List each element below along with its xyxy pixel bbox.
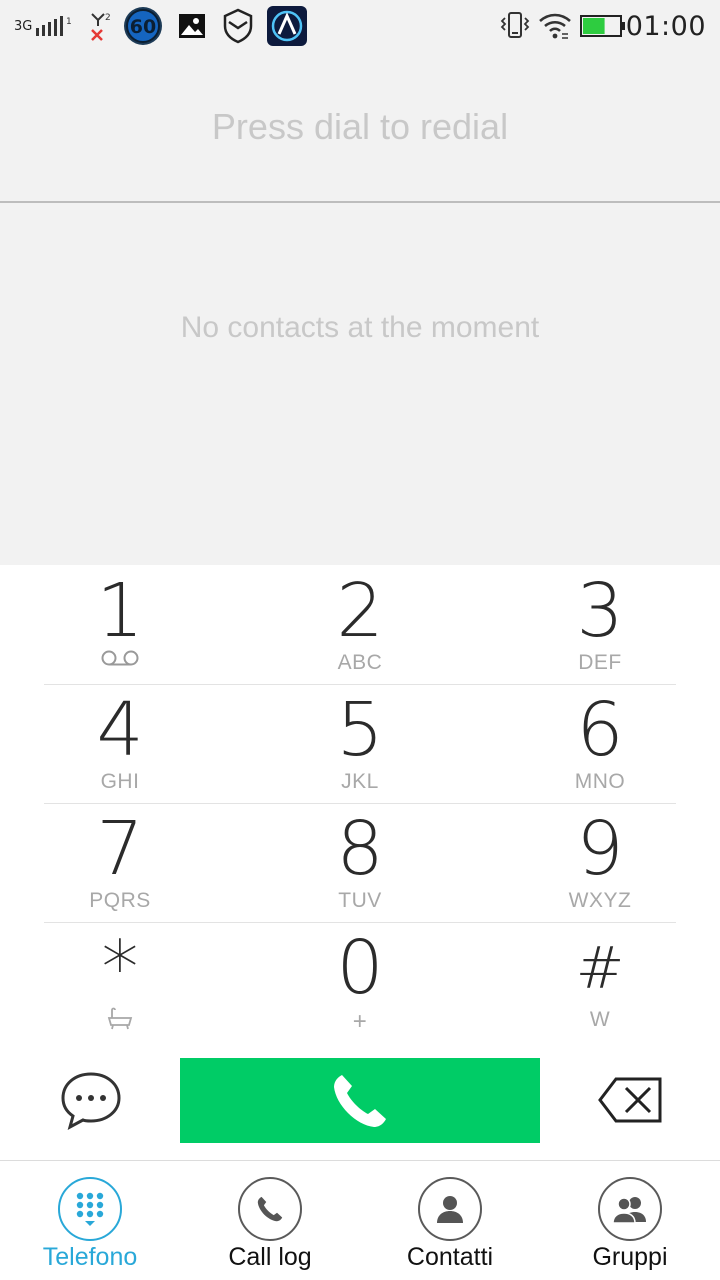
signal-icon: 1 — [36, 16, 72, 36]
key-letters: WXYZ — [568, 889, 632, 912]
dialpad-icon — [58, 1177, 122, 1241]
dial-action-row — [0, 1055, 720, 1160]
key-6[interactable]: 6 MNO — [480, 684, 720, 803]
tab-telefono[interactable]: Telefono — [0, 1161, 180, 1280]
key-letters: JKL — [341, 770, 379, 793]
tab-label: Contatti — [406, 1243, 494, 1271]
contacts-suggestions-area: No contacts at the moment — [0, 203, 720, 565]
backspace-icon — [598, 1077, 662, 1123]
call-button[interactable] — [180, 1058, 540, 1143]
tab-label: Telefono — [42, 1243, 138, 1271]
key-1[interactable]: 1 — [0, 565, 240, 684]
badge-60-icon: 60 — [122, 0, 164, 52]
message-button[interactable] — [58, 1069, 124, 1131]
app-a-icon — [266, 0, 308, 52]
tab-call-log[interactable]: Call log — [180, 1161, 360, 1280]
svg-text:2: 2 — [105, 13, 111, 23]
network-type-label: 3G — [14, 18, 33, 34]
key-letters: MNO — [574, 770, 626, 793]
no-signal-sim2-icon: 2 — [88, 0, 114, 52]
key-letters: GHI — [100, 770, 140, 793]
redial-hint: Press dial to redial — [211, 106, 509, 147]
dialpad: 1 2 ABC 3 DEF 4 GHI 5 JKL 6 MNO 7 PQRS 8 — [0, 565, 720, 1055]
key-digit: 3 — [576, 568, 624, 654]
key-0[interactable]: 0 + — [240, 922, 480, 1041]
phone-icon — [334, 1074, 386, 1127]
key-digit: 7 — [96, 806, 144, 892]
key-star[interactable]: * — [0, 922, 240, 1041]
empty-contacts-message: No contacts at the moment — [180, 311, 540, 344]
chat-bubble-icon — [61, 1072, 121, 1130]
key-7[interactable]: 7 PQRS — [0, 803, 240, 922]
phone-icon — [238, 1177, 302, 1241]
tab-label: Gruppi — [592, 1243, 668, 1271]
key-digit: 9 — [576, 806, 624, 892]
key-digit: # — [575, 934, 625, 1002]
key-letters: ABC — [337, 651, 383, 674]
key-5[interactable]: 5 JKL — [240, 684, 480, 803]
key-letters: W — [589, 1008, 611, 1031]
key-4[interactable]: 4 GHI — [0, 684, 240, 803]
key-digit: 4 — [96, 687, 144, 773]
key-9[interactable]: 9 WXYZ — [480, 803, 720, 922]
status-bar: 3G 1 2 60 01:00 — [0, 0, 720, 52]
bathtub-icon — [0, 1006, 240, 1030]
bottom-tab-bar: Telefono Call log Contatti Gruppi — [0, 1160, 720, 1280]
battery-icon — [580, 0, 626, 52]
key-hash[interactable]: # W — [480, 922, 720, 1041]
tab-gruppi[interactable]: Gruppi — [540, 1161, 720, 1280]
key-2[interactable]: 2 ABC — [240, 565, 480, 684]
wifi-icon — [538, 0, 572, 52]
voicemail-icon — [0, 647, 240, 669]
vibrate-icon — [500, 0, 530, 52]
gallery-icon — [178, 0, 206, 52]
key-3[interactable]: 3 DEF — [480, 565, 720, 684]
badge-60-text: 60 — [130, 16, 156, 38]
key-letters: PQRS — [89, 889, 151, 912]
key-digit: * — [101, 925, 139, 1011]
key-letters: + — [352, 1008, 368, 1035]
key-digit: 0 — [336, 925, 384, 1011]
key-letters: TUV — [338, 889, 382, 912]
key-digit: 8 — [336, 806, 384, 892]
group-icon — [598, 1177, 662, 1241]
person-icon — [418, 1177, 482, 1241]
key-digit: 6 — [576, 687, 624, 773]
tab-label: Call log — [228, 1243, 312, 1271]
svg-text:1: 1 — [66, 17, 72, 27]
redial-hint-area[interactable]: Press dial to redial — [0, 52, 720, 202]
shield-icon — [222, 0, 254, 52]
key-8[interactable]: 8 TUV — [240, 803, 480, 922]
clock: 01:00 — [625, 10, 706, 42]
backspace-button[interactable] — [596, 1075, 666, 1125]
network-type: 3G 1 — [14, 0, 74, 52]
key-digit: 1 — [96, 568, 144, 654]
key-digit: 2 — [336, 568, 384, 654]
key-digit: 5 — [336, 687, 384, 773]
key-letters: DEF — [578, 651, 622, 674]
tab-contatti[interactable]: Contatti — [360, 1161, 540, 1280]
